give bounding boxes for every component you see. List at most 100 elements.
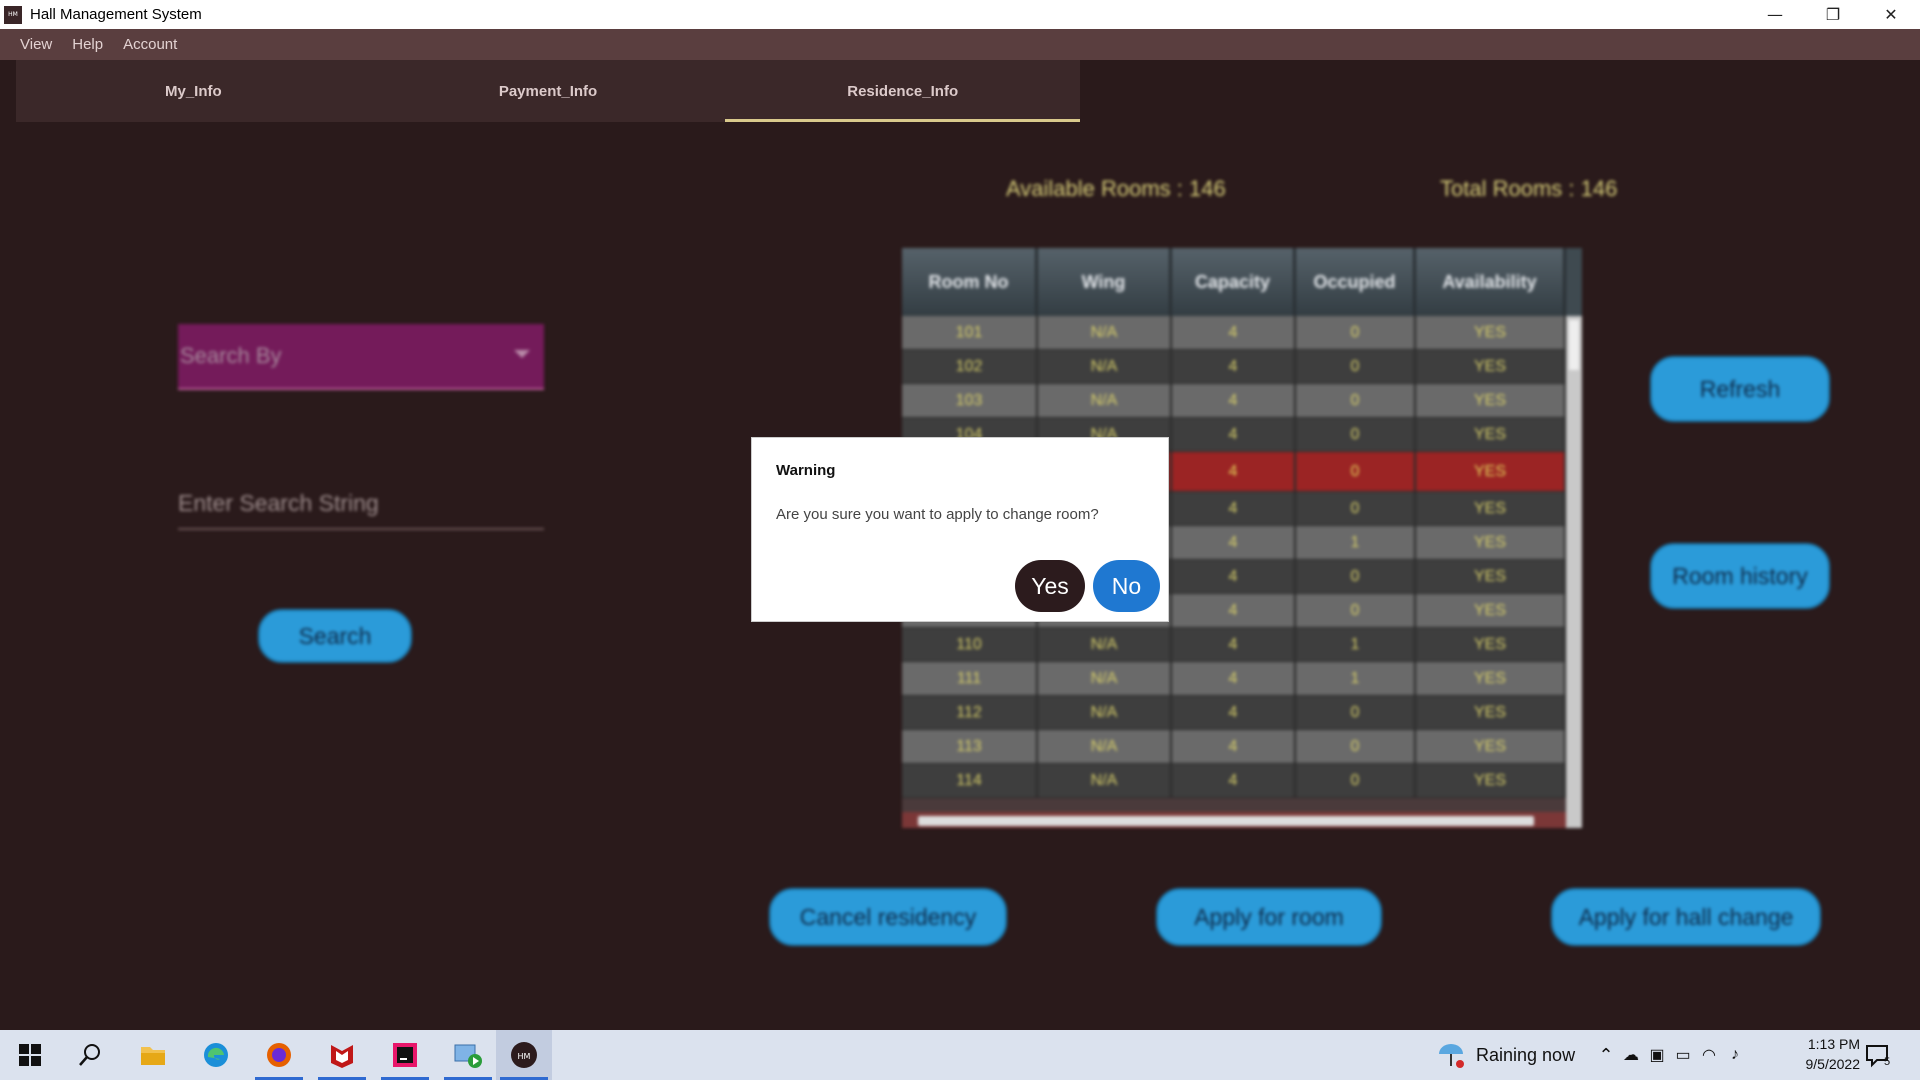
table-cell: YES [1416, 662, 1566, 696]
table-cell: 4 [1172, 316, 1296, 350]
refresh-button[interactable]: Refresh [1650, 356, 1830, 422]
table-cell: YES [1416, 350, 1566, 384]
table-cell: 0 [1296, 384, 1416, 418]
table-row[interactable]: 110 N/A 4 1 YES [902, 628, 1582, 662]
table-cell: YES [1416, 452, 1566, 492]
table-row[interactable]: 103 N/A 4 0 YES [902, 384, 1582, 418]
intellij-icon[interactable] [377, 1030, 433, 1080]
table-cell: 4 [1172, 526, 1296, 560]
column-header[interactable]: Occupied [1296, 248, 1416, 316]
table-cell: 102 [902, 350, 1038, 384]
table-row[interactable]: 101 N/A 4 0 YES [902, 316, 1582, 350]
table-cell: 113 [902, 730, 1038, 764]
svg-text:HM: HM [518, 1052, 531, 1061]
table-row[interactable]: 114 N/A 4 0 YES [902, 764, 1582, 798]
table-cell: 4 [1172, 418, 1296, 452]
menu-bar: View Help Account [0, 29, 1920, 60]
window-title: Hall Management System [30, 6, 202, 23]
clock-date: 9/5/2022 [1805, 1056, 1861, 1072]
table-cell: 0 [1296, 730, 1416, 764]
restore-button[interactable]: ❐ [1804, 0, 1862, 29]
file-explorer-icon[interactable] [125, 1030, 181, 1080]
search-icon[interactable] [62, 1030, 118, 1080]
apply-for-hall-change-button[interactable]: Apply for hall change [1551, 888, 1821, 946]
table-row[interactable]: 112 N/A 4 0 YES [902, 696, 1582, 730]
total-rooms-label: Total Rooms : 146 [1440, 176, 1618, 201]
room-history-button[interactable]: Room history [1650, 543, 1830, 609]
column-header[interactable]: Availability [1416, 248, 1566, 316]
rain-umbrella-icon [1439, 1044, 1464, 1068]
no-button[interactable]: No [1093, 560, 1160, 612]
column-header[interactable]: Room No [902, 248, 1038, 316]
table-cell: 110 [902, 628, 1038, 662]
table-cell: 0 [1296, 452, 1416, 492]
tab-payment-info[interactable]: Payment_Info [371, 60, 726, 122]
vertical-scrollbar[interactable] [1566, 316, 1582, 828]
table-cell: YES [1416, 696, 1566, 730]
table-cell: 4 [1172, 560, 1296, 594]
table-cell: 1 [1296, 526, 1416, 560]
chevron-up-icon[interactable]: ⌃ [1594, 1045, 1618, 1066]
edge-icon[interactable] [188, 1030, 244, 1080]
notification-center-icon[interactable]: 5 [1864, 1030, 1890, 1080]
security-icon[interactable]: ▣ [1644, 1045, 1670, 1065]
table-cell: YES [1416, 418, 1566, 452]
close-button[interactable]: ✕ [1862, 0, 1920, 29]
table-cell: N/A [1038, 628, 1172, 662]
table-cell: 0 [1296, 316, 1416, 350]
table-cell: N/A [1038, 730, 1172, 764]
minimize-button[interactable]: — [1746, 0, 1804, 29]
volume-icon[interactable]: ♪ [1722, 1046, 1748, 1064]
table-cell: 4 [1172, 350, 1296, 384]
table-cell: N/A [1038, 384, 1172, 418]
table-cell: YES [1416, 384, 1566, 418]
table-cell: 0 [1296, 350, 1416, 384]
search-button[interactable]: Search [258, 609, 412, 663]
table-row[interactable]: 113 N/A 4 0 YES [902, 730, 1582, 764]
table-row[interactable]: 111 N/A 4 1 YES [902, 662, 1582, 696]
clock[interactable]: 1:13 PM 9/5/2022 [1770, 1034, 1861, 1074]
table-cell: 111 [902, 662, 1038, 696]
firefox-icon[interactable] [251, 1030, 307, 1080]
table-cell: YES [1416, 628, 1566, 662]
table-cell: 112 [902, 696, 1038, 730]
menu-view[interactable]: View [10, 36, 62, 53]
weather-widget[interactable]: Raining now [1436, 1030, 1575, 1080]
horizontal-scrollbar[interactable] [902, 812, 1566, 828]
table-cell: 4 [1172, 696, 1296, 730]
windows-start-icon[interactable] [2, 1030, 58, 1080]
yes-button[interactable]: Yes [1015, 560, 1085, 612]
table-cell: 0 [1296, 764, 1416, 798]
available-rooms-label: Available Rooms : 146 [1006, 176, 1226, 201]
apply-for-room-button[interactable]: Apply for room [1156, 888, 1382, 946]
system-tray: ⌃ ☁ ▣ ▭ ◠ ♪ [1594, 1030, 1748, 1080]
weather-text: Raining now [1476, 1044, 1576, 1065]
menu-account[interactable]: Account [113, 36, 187, 53]
search-by-dropdown[interactable]: Search By [178, 324, 544, 390]
table-cell: YES [1416, 526, 1566, 560]
search-input[interactable] [178, 478, 544, 530]
table-cell: 4 [1172, 594, 1296, 628]
scrollbar-thumb[interactable] [918, 816, 1534, 826]
menu-help[interactable]: Help [62, 36, 113, 53]
table-cell: N/A [1038, 662, 1172, 696]
cancel-residency-button[interactable]: Cancel residency [769, 888, 1007, 946]
battery-icon[interactable]: ▭ [1670, 1045, 1696, 1065]
onedrive-cloud-icon[interactable]: ☁ [1618, 1045, 1644, 1065]
tab-my-info[interactable]: My_Info [16, 60, 371, 122]
hall-management-icon[interactable]: HM [496, 1030, 552, 1080]
notification-count: 5 [1884, 1056, 1891, 1068]
tab-residence-info[interactable]: Residence_Info [725, 60, 1080, 122]
wifi-icon[interactable]: ◠ [1696, 1045, 1722, 1065]
column-header[interactable]: Capacity [1172, 248, 1296, 316]
media-player-icon[interactable] [440, 1030, 496, 1080]
table-cell: N/A [1038, 350, 1172, 384]
scrollbar-thumb[interactable] [1569, 320, 1579, 370]
table-row[interactable]: 102 N/A 4 0 YES [902, 350, 1582, 384]
column-header[interactable]: Wing [1038, 248, 1172, 316]
mcafee-icon[interactable] [314, 1030, 370, 1080]
table-cell: 0 [1296, 594, 1416, 628]
table-header: Room No Wing Capacity Occupied Availabil… [902, 248, 1582, 316]
clock-time: 1:13 PM [1807, 1036, 1860, 1052]
table-cell: YES [1416, 316, 1566, 350]
